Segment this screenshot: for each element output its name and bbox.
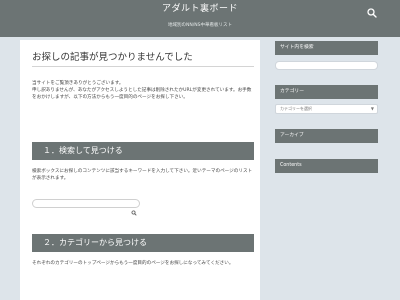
section-text-search: 検索ボックスにお探しのコンテンツに該当するキーワードを入力して下さい。近いテーマ… bbox=[32, 169, 253, 182]
sidebar-widget-archive: アーカイブ bbox=[275, 129, 378, 143]
sidebar-widget-contents: Contents bbox=[275, 159, 378, 173]
category-select-value: カテゴリーを選択 bbox=[280, 106, 312, 111]
site-header: アダルト裏ボード 地域別のNN/NS中華看板リスト bbox=[0, 0, 400, 37]
intro-line2: 申し訳ありませんが、あなたがアクセスしようとした記事は削除されたかURLが変更さ… bbox=[32, 88, 252, 101]
site-description: 地域別のNN/NS中華看板リスト bbox=[168, 23, 232, 28]
widget-heading-search: サイト内を検索 bbox=[275, 41, 378, 55]
content-search-input[interactable] bbox=[32, 199, 140, 216]
sidebar-widget-search: サイト内を検索 bbox=[275, 41, 378, 55]
site-title[interactable]: アダルト裏ボード bbox=[0, 1, 400, 14]
sidebar-search-input[interactable] bbox=[275, 61, 378, 70]
category-select[interactable]: カテゴリーを選択 ▼ bbox=[275, 104, 378, 114]
page-title: お探しの記事が見つかりませんでした bbox=[32, 52, 193, 63]
section-heading-category: ２．カテゴリーから見つける bbox=[32, 234, 254, 252]
section-text-category: それぞれのカテゴリーのトップページからもう一度目的のページをお探しになってみてく… bbox=[32, 261, 234, 266]
main-content: お探しの記事が見つかりませんでした 当サイトをご覧頂きありがとうございます。 申… bbox=[20, 40, 260, 300]
search-icon[interactable] bbox=[131, 201, 137, 216]
widget-heading-archive: アーカイブ bbox=[275, 129, 378, 143]
chevron-down-icon: ▼ bbox=[370, 106, 374, 111]
sidebar-widget-category: カテゴリー bbox=[275, 85, 378, 99]
widget-heading-category: カテゴリー bbox=[275, 85, 378, 99]
search-icon[interactable] bbox=[366, 4, 378, 18]
title-divider bbox=[32, 66, 254, 67]
section-heading-search: １．検索して見つける bbox=[32, 142, 254, 160]
widget-heading-contents: Contents bbox=[275, 159, 378, 173]
